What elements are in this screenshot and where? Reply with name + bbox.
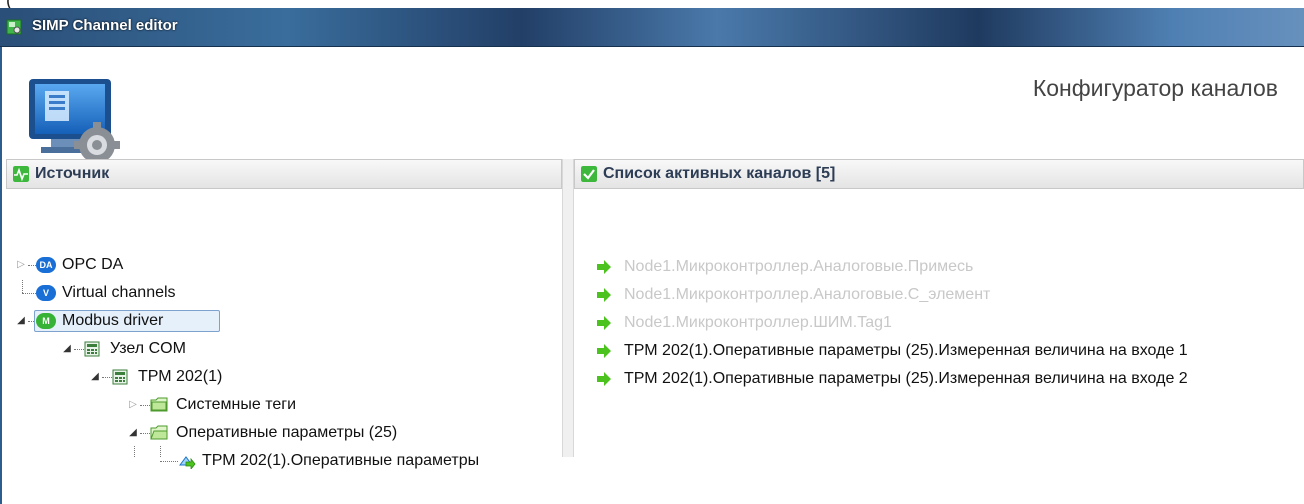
tree-item-label: OPC DA bbox=[62, 256, 124, 273]
opc-da-driver-icon: DA bbox=[36, 257, 56, 273]
tree-connector bbox=[74, 349, 84, 350]
expand-triangle-icon[interactable]: ▷ bbox=[128, 392, 138, 418]
tree-connector bbox=[160, 461, 178, 462]
tree-item-label: Modbus driver bbox=[62, 312, 164, 329]
collapse-triangle-icon[interactable]: ◢ bbox=[128, 420, 138, 446]
pane-splitter[interactable] bbox=[562, 159, 574, 457]
channel-name: Node1.Микроконтроллер.ШИМ.Tag1 bbox=[624, 314, 892, 331]
channels-pane-title: Список активных каналов [5] bbox=[603, 165, 836, 182]
device-node-icon bbox=[84, 341, 100, 357]
green-arrow-icon bbox=[597, 260, 611, 274]
collapse-triangle-icon[interactable]: ◢ bbox=[90, 364, 100, 390]
cropped-top-strip: ( bbox=[0, 0, 1304, 10]
green-arrow-icon bbox=[597, 316, 611, 330]
tree-item-operative-parameters[interactable]: ◢ Оперативные параметры (25) bbox=[6, 420, 562, 446]
tree-item-label: Оперативные параметры (25) bbox=[176, 424, 398, 441]
checkbox-checked-icon bbox=[581, 166, 597, 182]
tree-connector bbox=[28, 265, 36, 266]
tree-connector bbox=[140, 433, 150, 434]
source-tree: ▷ DA OPC DA V Virtual channels ◢ M Modbu… bbox=[6, 190, 562, 469]
active-channels-list: Node1.Микроконтроллер.Аналоговые.Примесь… bbox=[574, 190, 1304, 457]
title-bar[interactable]: SIMP Channel editor bbox=[0, 8, 1304, 47]
tree-item-label: ТРМ 202(1).Оперативные параметры bbox=[202, 452, 480, 469]
source-pane-header: Источник bbox=[6, 159, 562, 189]
expand-triangle-icon[interactable]: ▷ bbox=[16, 252, 26, 278]
channel-name: Node1.Микроконтроллер.Аналоговые.С_элеме… bbox=[624, 286, 991, 303]
tree-item-opc-da[interactable]: ▷ DA OPC DA bbox=[6, 252, 562, 278]
source-pane-title: Источник bbox=[35, 165, 110, 182]
channel-configurator-logo-icon bbox=[29, 79, 120, 168]
tree-item-trm-202[interactable]: ◢ ТРМ 202(1) bbox=[6, 364, 562, 390]
folder-icon bbox=[150, 397, 168, 412]
collapse-triangle-icon[interactable]: ◢ bbox=[16, 308, 26, 334]
channel-list-item[interactable]: Node1.Микроконтроллер.Аналоговые.С_элеме… bbox=[574, 282, 1304, 308]
tree-item-label: Virtual channels bbox=[62, 284, 176, 301]
channel-list-item[interactable]: ТРМ 202(1).Оперативные параметры (25).Из… bbox=[574, 338, 1304, 364]
channel-name: ТРМ 202(1).Оперативные параметры (25).Из… bbox=[624, 342, 1188, 359]
tree-item-label: Системные теги bbox=[176, 396, 297, 413]
tree-item-com-node[interactable]: ◢ Узел COM bbox=[6, 336, 562, 362]
channel-name: ТРМ 202(1).Оперативные параметры (25).Из… bbox=[624, 370, 1188, 387]
tree-connector bbox=[22, 293, 36, 294]
green-arrow-icon bbox=[597, 372, 611, 386]
tree-connector bbox=[102, 377, 112, 378]
tree-connector bbox=[140, 405, 150, 406]
pulse-icon bbox=[13, 166, 29, 182]
device-node-icon bbox=[112, 369, 128, 385]
channel-list-item[interactable]: Node1.Микроконтроллер.ШИМ.Tag1 bbox=[574, 310, 1304, 336]
tree-item-tag[interactable]: ТРМ 202(1).Оперативные параметры bbox=[6, 448, 562, 474]
window-title: SIMP Channel editor bbox=[32, 17, 178, 34]
channels-pane-header: Список активных каналов [5] bbox=[574, 159, 1304, 189]
tag-arrow-icon bbox=[179, 456, 196, 469]
open-folder-icon bbox=[150, 425, 168, 440]
channel-list-item[interactable]: ТРМ 202(1).Оперативные параметры (25).Из… bbox=[574, 366, 1304, 392]
channel-list-item[interactable]: Node1.Микроконтроллер.Аналоговые.Примесь bbox=[574, 254, 1304, 280]
header-title: Конфигуратор каналов bbox=[1032, 75, 1278, 101]
green-arrow-icon bbox=[597, 288, 611, 302]
app-icon bbox=[6, 19, 22, 35]
tree-item-label: Узел COM bbox=[110, 340, 186, 357]
channel-name: Node1.Микроконтроллер.Аналоговые.Примесь bbox=[624, 258, 974, 275]
tree-item-label: ТРМ 202(1) bbox=[138, 368, 223, 385]
tree-item-system-tags[interactable]: ▷ Системные теги bbox=[6, 392, 562, 418]
green-arrow-icon bbox=[597, 344, 611, 358]
tree-connector bbox=[22, 280, 23, 293]
collapse-triangle-icon[interactable]: ◢ bbox=[62, 336, 72, 362]
tree-item-modbus-driver[interactable]: ◢ M Modbus driver bbox=[6, 308, 562, 334]
virtual-channels-icon: V bbox=[36, 285, 56, 301]
modbus-driver-icon: M bbox=[36, 313, 56, 329]
tree-item-virtual-channels[interactable]: V Virtual channels bbox=[6, 280, 562, 306]
